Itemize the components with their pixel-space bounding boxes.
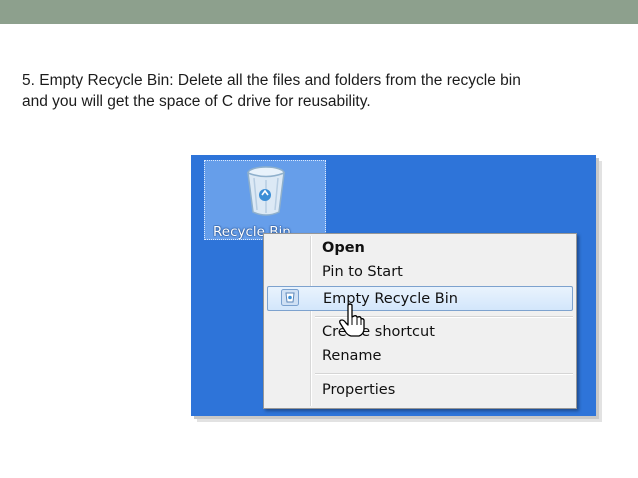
menu-separator (315, 373, 573, 375)
desktop-icon-recycle-bin[interactable]: Recycle Bin (204, 160, 326, 240)
menu-item-empty-recycle-bin[interactable]: Empty Recycle Bin (267, 286, 573, 311)
menu-item-label: Properties (322, 382, 396, 398)
menu-item-open[interactable]: Open (267, 237, 573, 260)
context-menu: Open Pin to Start Empty Recycle Bin Crea… (263, 233, 577, 409)
menu-item-label: Pin to Start (322, 264, 403, 280)
menu-item-rename[interactable]: Rename (267, 345, 573, 368)
slide-body-text: 5. Empty Recycle Bin: Delete all the fil… (22, 70, 622, 112)
slide-text-line-2: and you will get the space of C drive fo… (22, 93, 371, 110)
slide-top-bar (0, 0, 638, 24)
recycle-bin-icon (243, 164, 289, 218)
hand-cursor-icon (339, 303, 365, 337)
recycle-bin-small-icon (281, 289, 299, 306)
menu-item-label: Open (322, 240, 365, 256)
menu-item-pin-to-start[interactable]: Pin to Start (267, 261, 573, 284)
slide-text-line-1: 5. Empty Recycle Bin: Delete all the fil… (22, 72, 521, 89)
menu-item-create-shortcut[interactable]: Create shortcut (267, 321, 573, 344)
menu-item-properties[interactable]: Properties (267, 379, 573, 402)
menu-item-label: Rename (322, 348, 382, 364)
desktop-screenshot: Recycle Bin Open Pin to Start Empty Recy… (191, 155, 596, 416)
